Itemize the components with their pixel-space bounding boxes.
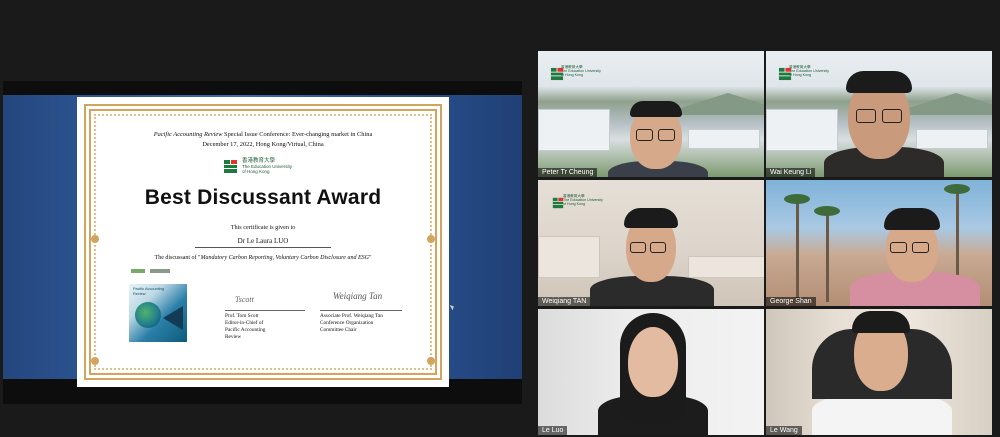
signature-line: [225, 310, 305, 311]
video-tile-le-wang[interactable]: Le Wang: [766, 309, 992, 435]
eduhk-logo-icon: [550, 67, 564, 80]
participant-name: Weiqiang TAN: [538, 297, 591, 306]
journal-emblem: [163, 306, 183, 330]
conference-date: December 17, 2022, Hong Kong/Virtual, Ch…: [202, 141, 324, 148]
eduhk-logo-icon: [223, 158, 238, 174]
signature-2: Weiqiang Tan: [333, 291, 383, 301]
journal-cover: Pacific Accounting Review: [129, 284, 187, 342]
video-tile-le-luo[interactable]: Le Luo: [538, 309, 764, 435]
participant-name: Le Wang: [766, 426, 802, 435]
discussant-text: The discussant of "Mandatory Carbon Repo…: [154, 255, 372, 261]
signatory-2: Associate Prof. Weiqiang Tan Conference …: [320, 313, 383, 333]
signature-line: [320, 310, 402, 311]
participant-name: Peter Tr Cheung: [538, 168, 598, 177]
university-logo: 香港教育大學 The Education University of Hong Ko…: [552, 194, 603, 208]
partner-logos: [131, 269, 170, 273]
logo-text-en2: of Hong Kong: [242, 168, 270, 174]
video-tile-wai-keung-li[interactable]: 香港教育大學 The Education University of Hong Ko…: [766, 51, 992, 177]
university-logo: 香港教育大學 The Education University of Hong …: [223, 157, 292, 175]
given-text: This certificate is given to: [230, 224, 296, 231]
logo-text-en: The Education University: [242, 163, 293, 169]
video-tile-weiqiang-tan[interactable]: 香港教育大學 The Education University of Hong Ko…: [538, 180, 764, 306]
journal-cover-title: Pacific Accounting: [133, 287, 164, 291]
video-tile-george-shan[interactable]: George Shan: [766, 180, 992, 306]
award-title: Best Discussant Award: [144, 186, 382, 209]
shared-screen: Pacific Accounting Review Special Issue …: [3, 81, 522, 404]
participant-name: Le Luo: [538, 426, 568, 435]
signatory-1: Prof. Tom Scott Editor-in-Chief of Pacif…: [225, 313, 266, 340]
university-logo: 香港教育大學 The Education University of Hong Ko…: [778, 65, 829, 80]
participant-name: Wai Keung Li: [766, 168, 816, 177]
recipient-name: Dr Le Laura LUO: [195, 237, 331, 248]
eduhk-logo-icon: [552, 196, 564, 208]
university-logo: 香港教育大學 The Education University of Hong Ko…: [550, 65, 601, 80]
eduhk-logo-icon: [778, 67, 792, 80]
conference-title: Pacific Accounting Review Special Issue …: [153, 131, 373, 138]
journal-cover-title2: Review: [133, 291, 146, 296]
video-tile-peter-tr-cheung[interactable]: 香港教育大學 The Education University of Hong Ko…: [538, 51, 764, 177]
participant-name: George Shan: [766, 297, 816, 306]
certificate: Pacific Accounting Review Special Issue …: [77, 97, 449, 387]
signature-1: Tscott: [235, 295, 254, 304]
globe-image: [135, 302, 161, 328]
